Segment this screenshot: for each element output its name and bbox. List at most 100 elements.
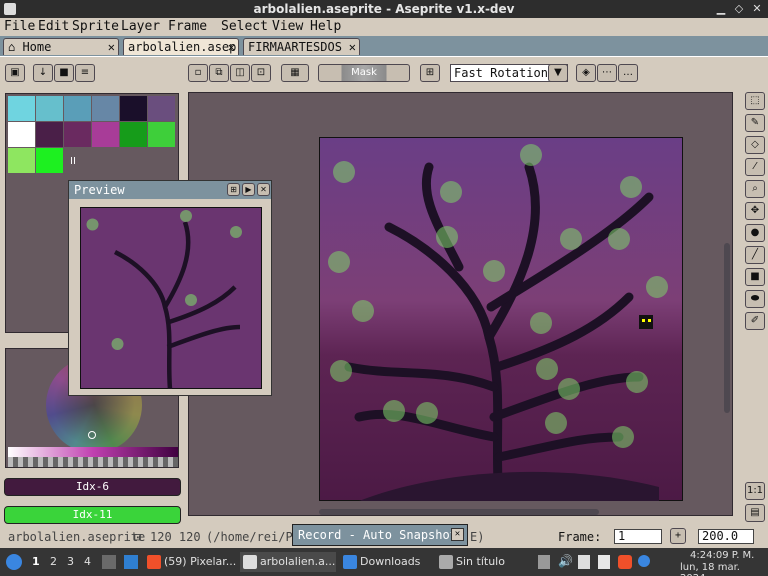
close-tab-icon[interactable]: ✕ <box>349 39 356 55</box>
pivot-icon[interactable]: ⊞ <box>420 64 440 82</box>
notification-icon[interactable] <box>638 555 650 567</box>
play-icon[interactable]: ▶ <box>242 183 255 196</box>
close-preview-icon[interactable]: ✕ <box>257 183 270 196</box>
selection-intersect-icon[interactable]: ⊡ <box>251 64 271 82</box>
palette-grid <box>8 96 176 173</box>
close-tab-icon[interactable]: ✕ <box>228 39 235 55</box>
menu-view[interactable]: View <box>272 19 303 34</box>
notes-icon[interactable] <box>598 555 610 569</box>
window-titlebar: arbolalien.aseprite - Aseprite v1.x-dev … <box>0 0 768 18</box>
clock-date[interactable]: lun, 18 mar. 2024 <box>680 562 768 576</box>
document-icon[interactable] <box>578 555 590 569</box>
alpha-bar[interactable] <box>8 457 178 467</box>
center-icon[interactable]: ⊞ <box>227 183 240 196</box>
menu-file[interactable]: File <box>4 19 35 34</box>
foreground-color-button[interactable]: Idx-6 <box>4 478 181 496</box>
background-color-button[interactable]: Idx-11 <box>4 506 181 524</box>
fill-tool-icon[interactable]: ● <box>745 224 765 242</box>
palette-swatch[interactable] <box>120 122 147 147</box>
palette-swatch[interactable] <box>8 122 35 147</box>
menu-layer[interactable]: Layer <box>121 19 160 34</box>
volume-icon[interactable]: 🔊 <box>558 554 573 568</box>
selection-subtract-icon[interactable]: ◫ <box>230 64 250 82</box>
palette-swatch[interactable] <box>120 96 147 121</box>
move-tool-icon[interactable]: ✥ <box>745 202 765 220</box>
menu-select[interactable]: Select <box>221 19 268 34</box>
palette-swatch[interactable] <box>36 122 63 147</box>
preview-titlebar[interactable]: Preview <box>69 181 271 199</box>
maximize-icon[interactable]: ◇ <box>732 2 746 16</box>
file-manager-icon[interactable] <box>102 555 116 569</box>
brave-tray-icon[interactable] <box>618 555 632 569</box>
task-downloads[interactable]: Downloads <box>340 552 432 572</box>
palette-swatch[interactable] <box>8 148 35 173</box>
workspace-3[interactable]: 3 <box>67 555 74 568</box>
palette-swatch[interactable] <box>36 148 63 173</box>
menu-lines-icon[interactable]: ≡ <box>75 64 95 82</box>
lock-icon[interactable]: ▣ <box>5 64 25 82</box>
eyedropper-tool-icon[interactable]: ⁄ <box>745 158 765 176</box>
files-icon[interactable] <box>124 555 138 569</box>
menu-edit[interactable]: Edit <box>38 19 69 34</box>
timeline-toggle-icon[interactable]: ▤ <box>745 504 765 522</box>
color-wheel-cursor[interactable] <box>88 431 96 439</box>
pencil-tool-icon[interactable]: ✎ <box>745 114 765 132</box>
clock-time[interactable]: 4:24:09 P. M. <box>690 550 754 561</box>
selection-replace-icon[interactable]: ▫ <box>188 64 208 82</box>
menu-help[interactable]: Help <box>310 19 341 34</box>
chevron-down-icon[interactable]: ▼ <box>548 64 568 82</box>
preview-window[interactable]: Preview ⊞ ▶ ✕ <box>68 180 272 396</box>
eraser-tool-icon[interactable]: ◇ <box>745 136 765 154</box>
tab-home[interactable]: ⌂ Home ✕ <box>3 38 119 55</box>
transform-options-icon[interactable]: ◈ <box>576 64 596 82</box>
start-menu-icon[interactable] <box>6 554 22 570</box>
tab-arbolalien[interactable]: arbolalien.asepri ✕ <box>123 38 239 55</box>
zoom-tool-icon[interactable]: ⌕ <box>745 180 765 198</box>
rectangle-tool-icon[interactable]: ■ <box>745 268 765 286</box>
task-aseprite[interactable]: arbolalien.a... <box>240 552 336 572</box>
workspace-4[interactable]: 4 <box>84 555 91 568</box>
palette-swatch[interactable] <box>148 96 175 121</box>
mask-color-button[interactable]: Mask <box>318 64 410 82</box>
status-path-end: E) <box>470 530 485 544</box>
transparent-color-icon[interactable]: ▦ <box>281 64 309 82</box>
shade-bar[interactable] <box>8 447 178 457</box>
workspace-1[interactable]: 1 <box>32 555 40 568</box>
palette-swatch[interactable] <box>64 96 91 121</box>
tab-firmaartesdos[interactable]: FIRMAARTESDOS ✕ <box>243 38 360 55</box>
palette-swatch[interactable] <box>64 122 91 147</box>
one-to-one-icon[interactable]: 1:1 <box>745 482 765 500</box>
marquee-tool-icon[interactable]: ⬚ <box>745 92 765 110</box>
record-popup[interactable]: Record - Auto Snapshot ✕ <box>292 524 468 546</box>
blur-tool-icon[interactable]: ✐ <box>745 312 765 330</box>
selection-add-icon[interactable]: ⧉ <box>209 64 229 82</box>
close-window-icon[interactable]: ✕ <box>750 2 764 16</box>
horizontal-scrollbar[interactable] <box>319 509 599 515</box>
menu-frame[interactable]: Frame <box>168 19 207 34</box>
close-record-icon[interactable]: ✕ <box>451 528 464 541</box>
palette-swatch[interactable] <box>8 96 35 121</box>
sprite-canvas[interactable] <box>319 137 683 501</box>
clipboard-icon[interactable] <box>538 555 550 569</box>
palette-swatch[interactable] <box>36 96 63 121</box>
zoom-input[interactable]: 200.0 <box>698 529 754 544</box>
workspace-2[interactable]: 2 <box>50 555 57 568</box>
line-tool-icon[interactable]: ╱ <box>745 246 765 264</box>
stop-icon[interactable]: ■ <box>54 64 74 82</box>
close-tab-icon[interactable]: ✕ <box>108 39 115 55</box>
palette-swatch[interactable] <box>92 96 119 121</box>
menu-sprite[interactable]: Sprite <box>72 19 119 34</box>
dotted-settings-icon[interactable]: ⋯ <box>597 64 617 82</box>
ellipse-tool-icon[interactable]: ⬬ <box>745 290 765 308</box>
more-options-icon[interactable]: … <box>618 64 638 82</box>
tabs-bar: ⌂ Home ✕ arbolalien.asepri ✕ FIRMAARTESD… <box>0 36 768 56</box>
minimize-icon[interactable]: ▁ <box>714 2 728 16</box>
palette-swatch[interactable] <box>92 122 119 147</box>
add-frame-icon[interactable]: + <box>670 528 686 544</box>
vertical-scrollbar[interactable] <box>724 243 730 413</box>
arrow-down-icon[interactable]: ↓ <box>33 64 53 82</box>
frame-input[interactable]: 1 <box>614 529 662 544</box>
palette-swatch[interactable] <box>148 122 175 147</box>
task-text-editor[interactable]: Sin título <box>436 552 526 572</box>
task-browser[interactable]: (59) Pixelar... <box>144 552 236 572</box>
